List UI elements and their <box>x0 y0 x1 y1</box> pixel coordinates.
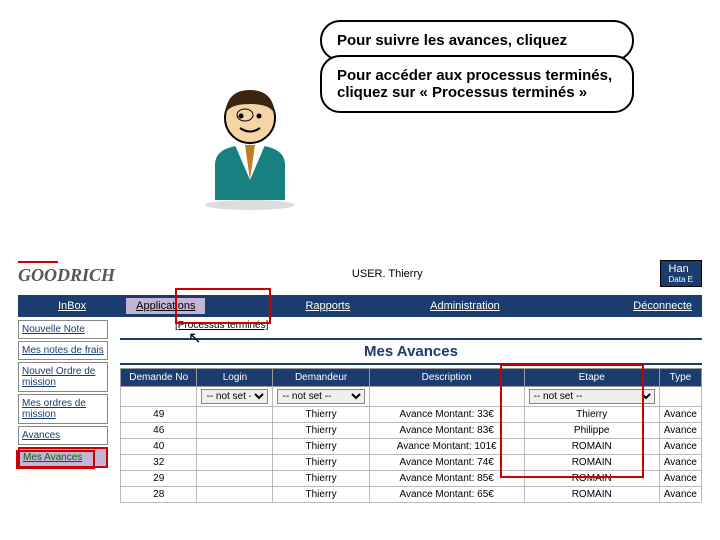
cell-login <box>197 407 273 423</box>
sidebar: Nouvelle Note Mes notes de frais Nouvel … <box>18 320 108 470</box>
cell-etape: Philippe <box>524 423 659 439</box>
sidebar-avances[interactable]: Avances <box>18 426 108 445</box>
cell-dem: Thierry <box>273 439 369 455</box>
cell-no: 29 <box>121 471 197 487</box>
table-row[interactable]: 29 ThierryAvance Montant: 85€ROMAINAvance <box>121 471 702 487</box>
filter-demandeur[interactable]: -- not set -- <box>277 389 364 404</box>
logo-right: HanData E <box>660 260 702 287</box>
cell-login <box>197 487 273 503</box>
cell-type: Avance <box>659 455 701 471</box>
cell-etape: ROMAIN <box>524 439 659 455</box>
col-demandeur: Demandeur <box>273 369 369 387</box>
col-etape: Etape <box>524 369 659 387</box>
cell-type: Avance <box>659 407 701 423</box>
cursor-icon: ↖ <box>188 328 201 348</box>
page-title: Mes Avances <box>120 338 702 365</box>
nav-inbox[interactable]: InBox <box>58 300 86 312</box>
cell-login <box>197 471 273 487</box>
avances-table: Demande No Login Demandeur Description E… <box>120 368 702 503</box>
cell-dem: Thierry <box>273 487 369 503</box>
sidebar-nouvel-ordre[interactable]: Nouvel Ordre de mission <box>18 362 108 392</box>
cell-desc: Avance Montant: 65€ <box>369 487 524 503</box>
avatar <box>195 80 305 213</box>
col-login: Login <box>197 369 273 387</box>
cell-desc: Avance Montant: 101€ <box>369 439 524 455</box>
cell-desc: Avance Montant: 83€ <box>369 423 524 439</box>
cell-desc: Avance Montant: 85€ <box>369 471 524 487</box>
filter-login[interactable]: -- not set -- <box>201 389 268 404</box>
user-label: USER. Thierry <box>352 268 423 280</box>
cell-no: 28 <box>121 487 197 503</box>
col-type: Type <box>659 369 701 387</box>
cell-etape: ROMAIN <box>524 455 659 471</box>
nav-administration[interactable]: Administration <box>430 300 500 312</box>
cell-dem: Thierry <box>273 471 369 487</box>
cell-dem: Thierry <box>273 407 369 423</box>
nav-applications[interactable]: Applications <box>126 298 205 314</box>
cell-no: 49 <box>121 407 197 423</box>
sidebar-notes-frais[interactable]: Mes notes de frais <box>18 341 108 360</box>
cell-etape: Thierry <box>524 407 659 423</box>
table-row[interactable]: 46 ThierryAvance Montant: 83€PhilippeAvan… <box>121 423 702 439</box>
cell-dem: Thierry <box>273 423 369 439</box>
callout-2: Pour accéder aux processus terminés, cli… <box>320 55 634 113</box>
cell-type: Avance <box>659 439 701 455</box>
cell-login <box>197 439 273 455</box>
filter-etape[interactable]: -- not set -- <box>529 389 655 404</box>
table-row[interactable]: 28 ThierryAvance Montant: 65€ROMAINAvance <box>121 487 702 503</box>
cell-no: 32 <box>121 455 197 471</box>
sidebar-nouvelle-note[interactable]: Nouvelle Note <box>18 320 108 339</box>
cell-login <box>197 423 273 439</box>
cell-dem: Thierry <box>273 455 369 471</box>
cell-etape: ROMAIN <box>524 487 659 503</box>
cell-etape: ROMAIN <box>524 471 659 487</box>
sidebar-mes-avances[interactable]: Mes Avances <box>18 447 108 468</box>
sidebar-mes-ordres[interactable]: Mes ordres de mission <box>18 394 108 424</box>
table-row[interactable]: 40 ThierryAvance Montant: 101€ROMAINAvanc… <box>121 439 702 455</box>
col-description: Description <box>369 369 524 387</box>
table-row[interactable]: 49ThierryAvance Montant: 33€ThierryAvanc… <box>121 407 702 423</box>
nav-rapports[interactable]: Rapports <box>305 300 350 312</box>
cell-desc: Avance Montant: 74€ <box>369 455 524 471</box>
table-row[interactable]: 32 ThierryAvance Montant: 74€ROMAINAvance <box>121 455 702 471</box>
cell-no: 40 <box>121 439 197 455</box>
main-nav: InBox Applications Rapports Administrati… <box>18 295 702 317</box>
cell-desc: Avance Montant: 33€ <box>369 407 524 423</box>
cell-type: Avance <box>659 471 701 487</box>
cell-no: 46 <box>121 423 197 439</box>
cell-type: Avance <box>659 423 701 439</box>
col-demande-no: Demande No <box>121 369 197 387</box>
cell-login <box>197 455 273 471</box>
logo-goodrich: GOODRICH <box>18 261 115 286</box>
nav-deconnecte[interactable]: Déconnecte <box>633 300 692 312</box>
cell-type: Avance <box>659 487 701 503</box>
